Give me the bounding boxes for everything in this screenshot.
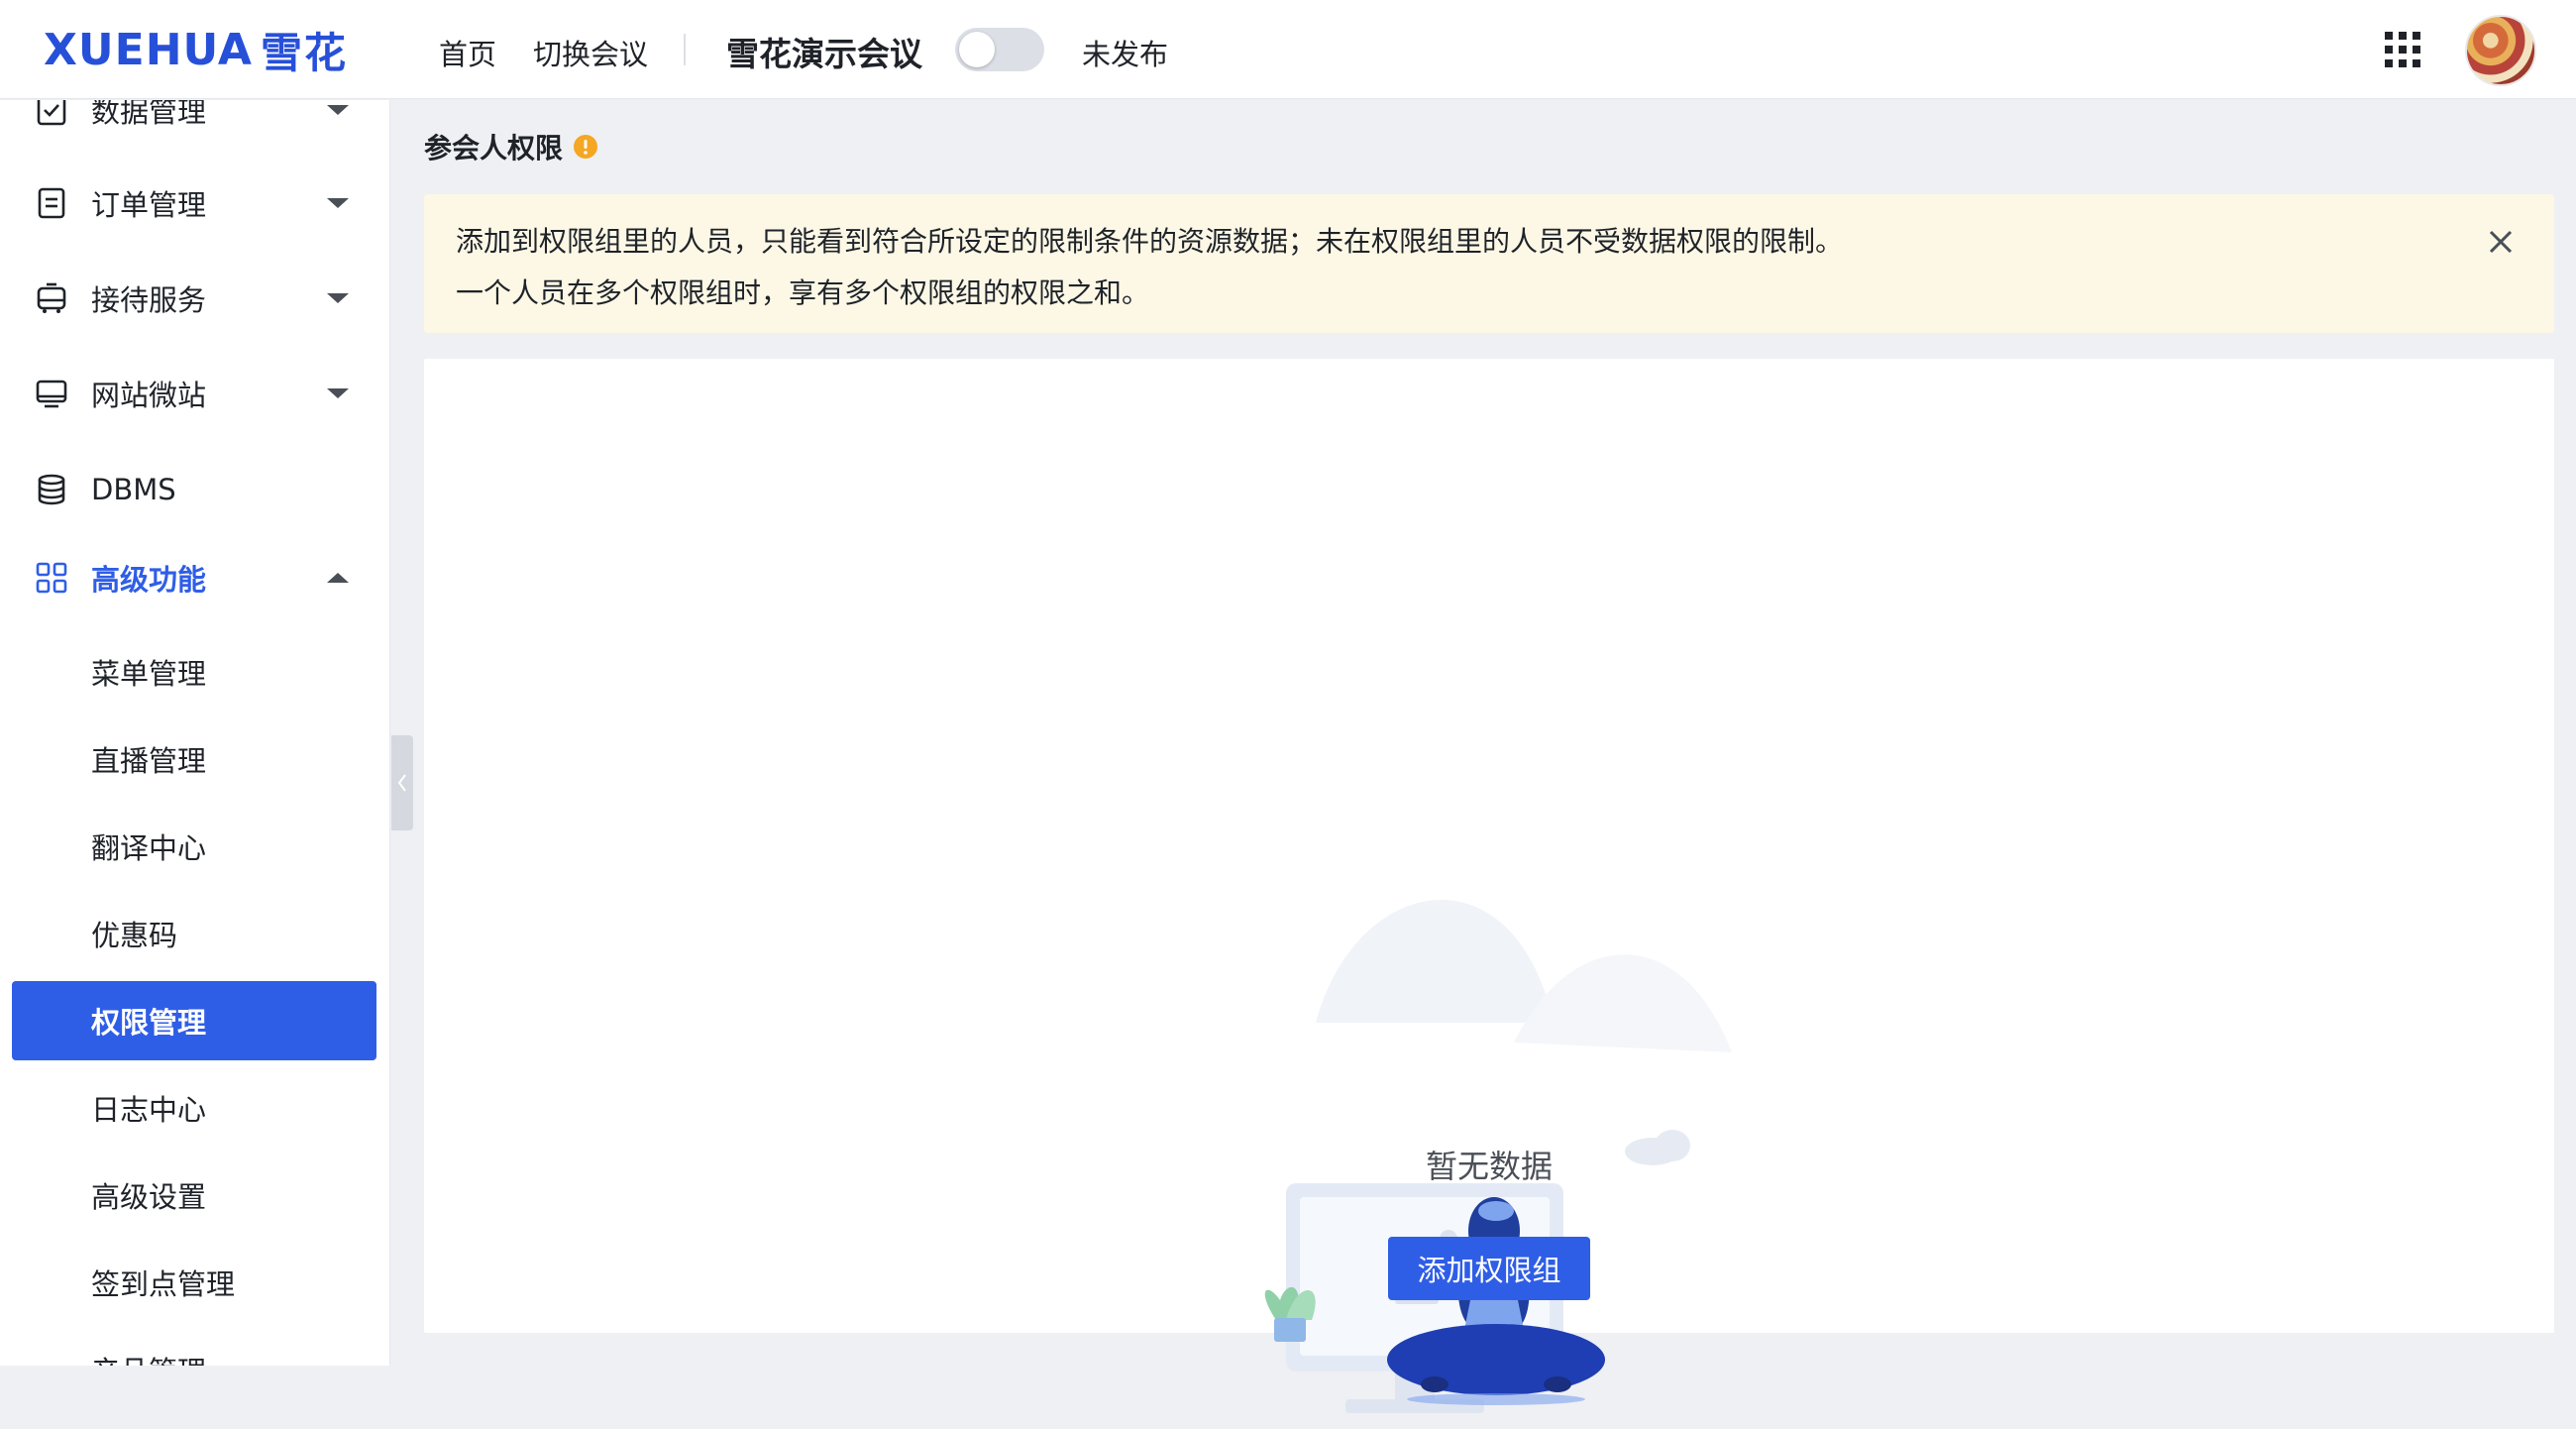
- sidebar-subitem-permission-management[interactable]: 权限管理: [12, 981, 376, 1060]
- sidebar-item-label: 高级功能: [91, 563, 207, 597]
- sidebar-item-advanced-features[interactable]: 高级功能: [0, 538, 389, 617]
- monitor-icon: [36, 380, 67, 408]
- chevron-left-icon: [397, 774, 406, 792]
- close-icon[interactable]: [2483, 224, 2519, 260]
- checklist-icon: [37, 100, 66, 126]
- sidebar-item-label: 接待服务: [91, 283, 207, 317]
- logo-latin-text: XUEHUA: [44, 24, 253, 75]
- empty-state-illustration: [1264, 899, 1732, 1413]
- sidebar-collapse-handle[interactable]: [391, 735, 413, 830]
- sidebar-subitem-menu-management[interactable]: 菜单管理: [12, 632, 376, 712]
- sidebar-subitem-translation-center[interactable]: 翻译中心: [12, 807, 376, 886]
- sidebar-subitem-label: 日志中心: [91, 1093, 207, 1127]
- sidebar-item-data-management[interactable]: 数据管理: [0, 100, 389, 150]
- user-avatar[interactable]: [2465, 15, 2536, 86]
- sidebar-subitem-live-management[interactable]: 直播管理: [12, 719, 376, 799]
- empty-state-text: 暂无数据: [1425, 1148, 1553, 1185]
- document-icon: [38, 187, 65, 219]
- sidebar-subitem-label: 产品管理: [91, 1349, 206, 1366]
- sidebar-item-label: 订单管理: [91, 188, 207, 222]
- page-title: 参会人权限: [424, 132, 564, 165]
- notice-banner: 添加到权限组里的人员，只能看到符合所设定的限制条件的资源数据；未在权限组里的人员…: [424, 194, 2554, 333]
- apps-icon: [36, 562, 67, 594]
- sidebar-item-label: DBMS: [91, 473, 176, 506]
- conference-title: 雪花演示会议: [726, 35, 922, 73]
- top-header: XUEHUA 雪花 首页 切换会议 雪花演示会议 未发布: [0, 0, 2576, 99]
- sidebar-subitem-label: 翻译中心: [91, 831, 207, 865]
- caret-down-icon: [327, 293, 349, 303]
- sidebar-subitem-product-management[interactable]: 产品管理: [12, 1330, 376, 1366]
- sidebar-item-website[interactable]: 网站微站: [0, 354, 389, 433]
- sidebar-subitem-label: 权限管理: [91, 1006, 207, 1040]
- sidebar-subitem-advanced-settings[interactable]: 高级设置: [12, 1155, 376, 1235]
- sidebar-item-dbms[interactable]: DBMS: [0, 450, 389, 529]
- sidebar-item-reception-service[interactable]: 接待服务: [0, 259, 389, 338]
- notice-line-1: 添加到权限组里的人员，只能看到符合所设定的限制条件的资源数据；未在权限组里的人员…: [456, 225, 1844, 258]
- sidebar-item-label: 数据管理: [91, 100, 207, 129]
- grid-apps-icon[interactable]: [2383, 30, 2422, 69]
- brand-logo[interactable]: XUEHUA 雪花: [44, 24, 348, 77]
- sidebar-subitem-label: 高级设置: [91, 1180, 207, 1214]
- logo-cn-text: 雪花: [260, 28, 348, 77]
- sidebar: 数据管理 订单管理 接待服务 网站微站 DBMS 高级功能 菜单管理 直播管理 …: [0, 100, 390, 1366]
- caret-down-icon: [327, 388, 349, 398]
- warning-icon[interactable]: [573, 134, 598, 160]
- bus-icon: [37, 282, 66, 313]
- sidebar-subitem-log-center[interactable]: 日志中心: [12, 1068, 376, 1148]
- publish-toggle[interactable]: [955, 28, 1044, 71]
- nav-home-link[interactable]: 首页: [439, 32, 496, 73]
- sidebar-subitem-label: 签到点管理: [91, 1267, 236, 1301]
- caret-down-icon: [327, 105, 349, 115]
- database-icon: [38, 474, 65, 505]
- sidebar-item-order-management[interactable]: 订单管理: [0, 164, 389, 243]
- sidebar-subitem-label: 直播管理: [91, 744, 207, 778]
- notice-line-2: 一个人员在多个权限组时，享有多个权限组的权限之和。: [456, 276, 1150, 309]
- sidebar-item-label: 网站微站: [91, 379, 207, 412]
- caret-up-icon: [327, 573, 349, 583]
- sidebar-subitem-checkin-point-management[interactable]: 签到点管理: [12, 1243, 376, 1322]
- content-card: 暂无数据 添加权限组: [424, 359, 2554, 1413]
- publish-status-label: 未发布: [1082, 38, 1169, 71]
- caret-down-icon: [327, 198, 349, 208]
- nav-switch-conference-link[interactable]: 切换会议: [533, 32, 648, 73]
- sidebar-subitem-label: 优惠码: [91, 919, 178, 952]
- toggle-knob: [959, 32, 995, 67]
- nav-divider: [684, 34, 686, 65]
- add-permission-group-button[interactable]: 添加权限组: [1388, 1237, 1590, 1300]
- sidebar-subitem-label: 菜单管理: [91, 657, 207, 691]
- page-title-area: 参会人权限: [424, 127, 598, 166]
- sidebar-subitem-coupon-code[interactable]: 优惠码: [12, 894, 376, 973]
